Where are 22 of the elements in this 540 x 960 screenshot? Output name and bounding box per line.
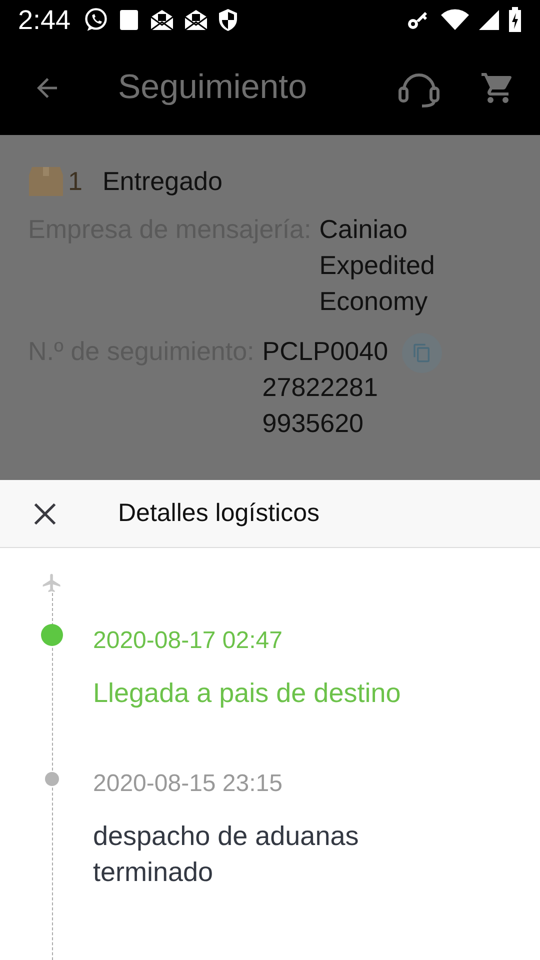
wifi-icon	[440, 8, 470, 32]
sheet-title: Detalles logísticos	[118, 499, 320, 528]
envelope-icon	[148, 8, 175, 32]
tracking-number: PCLP0040278222819935620	[262, 335, 390, 440]
event-time: 2020-08-17 02:47	[93, 627, 284, 655]
signal-icon	[478, 8, 500, 32]
close-icon	[32, 500, 58, 526]
event-description: Llegada a pais de destino	[93, 677, 402, 710]
package-status: Entregado	[102, 166, 222, 196]
shield-icon	[216, 8, 239, 32]
event-description: despacho de aduanas terminado	[93, 820, 360, 889]
event-time: 2020-08-15 23:15	[93, 770, 284, 798]
battery-icon	[508, 7, 522, 33]
copy-icon	[412, 343, 432, 363]
clock: 2:44	[18, 4, 71, 36]
box-icon	[28, 165, 64, 197]
airplane-icon	[41, 572, 63, 594]
screen-title: Seguimiento	[118, 68, 308, 107]
chat-icon	[82, 7, 109, 33]
package-count: 1	[68, 166, 82, 196]
field-value: Cainiao Expedited Economy	[319, 213, 436, 318]
envelope-icon	[182, 8, 209, 32]
